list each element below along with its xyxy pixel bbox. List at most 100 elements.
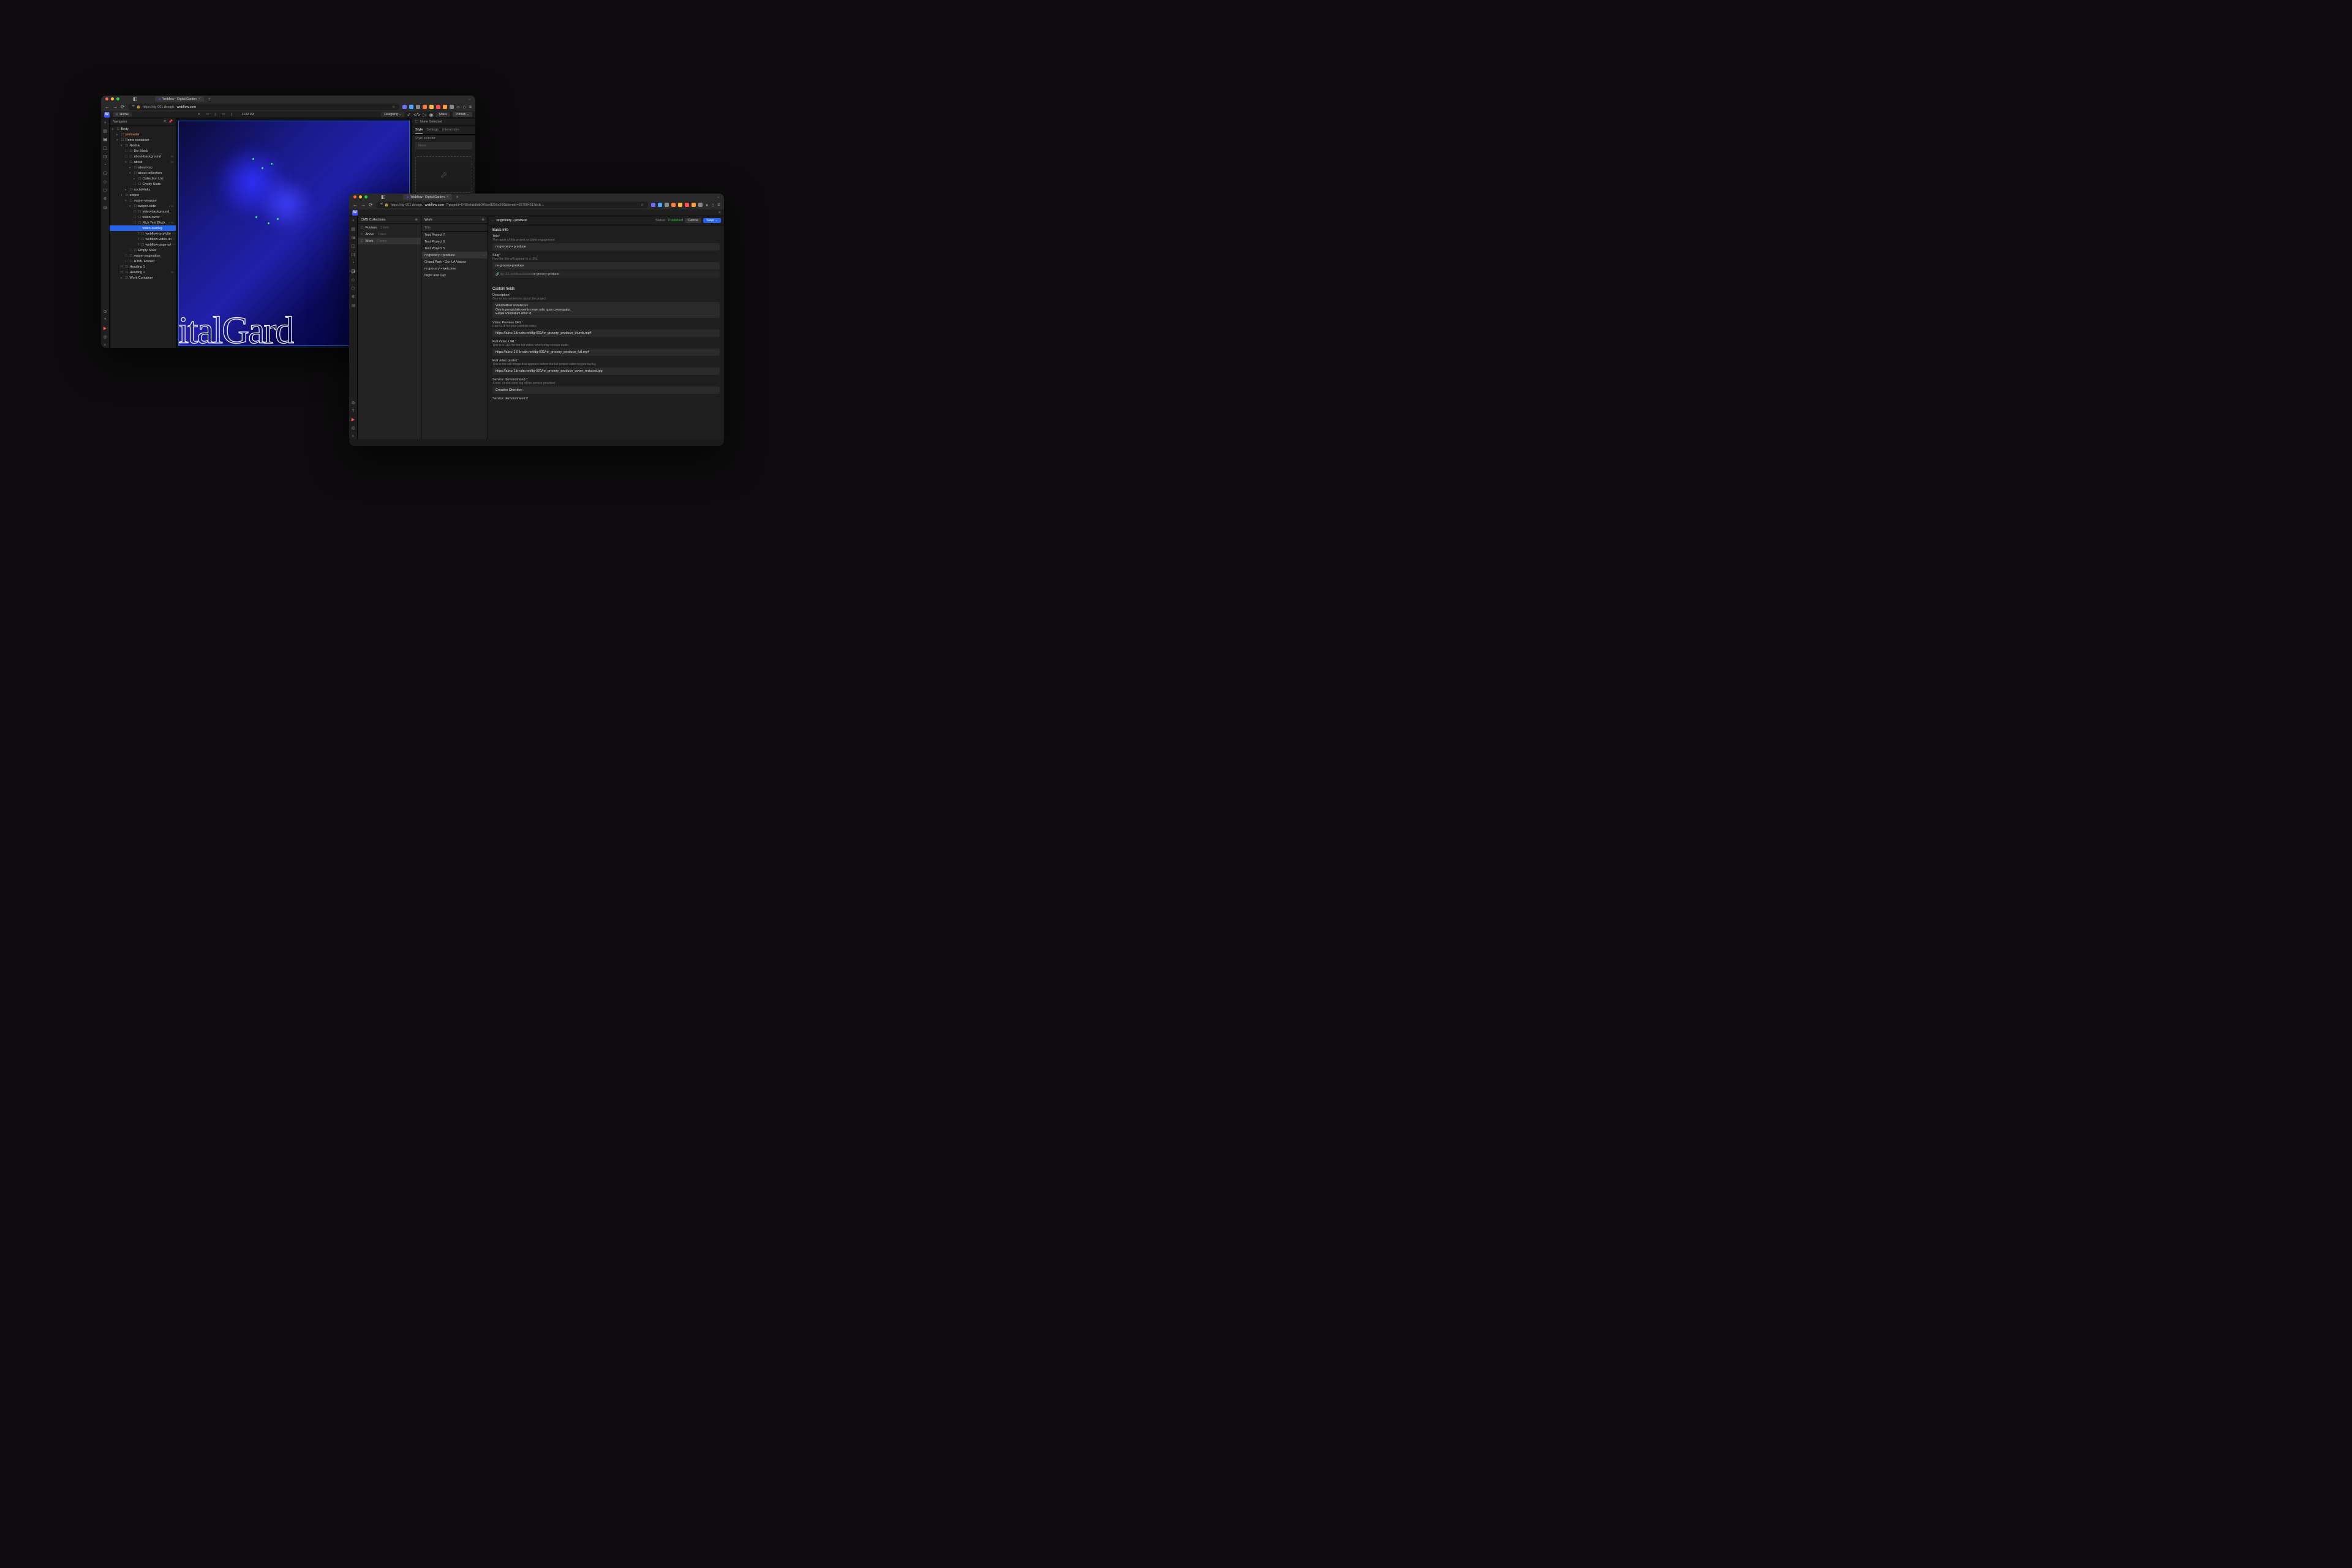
cancel-button[interactable]: Cancel <box>685 218 701 223</box>
search-icon[interactable]: ⌕ <box>352 434 355 439</box>
close-traffic-light[interactable] <box>105 97 108 100</box>
navigator-icon[interactable]: ⊞ <box>104 137 107 142</box>
settings-gear-icon[interactable]: ⚙ <box>351 401 355 405</box>
style-selector-input[interactable]: None <box>415 142 472 149</box>
browser-tab[interactable]: ▰ Webflow - Digital Garden × <box>403 194 453 200</box>
cms-item[interactable]: re:grocery • produce› <box>421 252 488 258</box>
title-input[interactable]: re:grocery • produce <box>492 243 720 251</box>
close-icon[interactable]: × <box>198 97 201 101</box>
navigator-item[interactable]: H☐Heading 1% <box>110 270 176 275</box>
navigator-item[interactable]: ▾☐swiper-slide+ % <box>110 203 176 209</box>
navigator-item[interactable]: ☐☐Empty State <box>110 247 176 253</box>
new-tab-button[interactable]: + <box>208 96 211 102</box>
video-icon[interactable]: ▶ <box>352 417 355 422</box>
cms-item[interactable]: re:grocery • welcome <box>421 265 488 272</box>
maximize-traffic-light[interactable] <box>116 97 119 100</box>
tab-settings[interactable]: Settings <box>426 126 439 134</box>
tab-interactions[interactable]: Interactions <box>442 126 459 134</box>
overflow-icon[interactable]: » <box>457 104 459 110</box>
extension-icon[interactable] <box>423 105 427 109</box>
forward-icon[interactable]: → <box>113 104 118 110</box>
navigator-item[interactable]: ▾☐about-collection <box>110 170 176 176</box>
star-icon[interactable]: ☆ <box>392 105 395 109</box>
extension-icon[interactable] <box>671 203 676 207</box>
minimize-traffic-light[interactable] <box>111 97 114 100</box>
cms-item[interactable]: Test Project 6 <box>421 238 488 245</box>
extension-icon[interactable] <box>678 203 682 207</box>
navigator-item[interactable]: ☐☐Rich Text Block+ % <box>110 220 176 225</box>
extension-icon[interactable] <box>416 105 420 109</box>
ecommerce-icon[interactable]: ⬡ <box>103 188 107 193</box>
home-icon[interactable]: ⌂ <box>462 104 466 110</box>
components-icon[interactable]: ◫ <box>351 244 355 249</box>
minimize-traffic-light[interactable] <box>359 195 362 198</box>
close-icon[interactable]: × <box>447 195 449 199</box>
styles-icon[interactable]: ◔ <box>352 261 354 265</box>
share-button[interactable]: Share <box>436 112 450 117</box>
extension-icon[interactable] <box>651 203 655 207</box>
ecommerce-icon[interactable]: ⬡ <box>351 286 355 291</box>
navigator-item[interactable]: ☐☐HTML Embed <box>110 258 176 264</box>
collection-item[interactable]: ☐About1 item <box>358 231 421 238</box>
extension-icon[interactable] <box>658 203 662 207</box>
add-icon[interactable]: + <box>352 219 354 223</box>
webflow-logo[interactable]: W <box>352 210 358 216</box>
chevron-down-icon[interactable]: ⌄ <box>468 97 471 101</box>
settings-gear-icon[interactable]: ⚙ <box>103 309 107 314</box>
navigator-item[interactable]: ▸☐about-top <box>110 165 176 170</box>
video-icon[interactable]: ▶ <box>104 326 107 331</box>
navigator-item[interactable]: ▾☐video-overlay <box>110 225 176 231</box>
navigator-item[interactable]: T☐webflow-page-url+ % <box>110 242 176 247</box>
navigator-item[interactable]: ▾☐Home container <box>110 137 176 143</box>
cms-icon[interactable]: ⊟ <box>104 171 107 176</box>
pin-icon[interactable]: 📌 <box>168 120 173 124</box>
preview-icon[interactable]: ▷ <box>423 112 427 118</box>
url-field[interactable]: ⛨ 🔒 https://dg-001.design.webflow.com ☆ <box>128 104 399 110</box>
navigator-item[interactable]: ▸☐Work Container <box>110 275 176 281</box>
back-arrow-icon[interactable]: ← <box>491 219 495 222</box>
variables-icon[interactable]: ⊡ <box>104 154 107 159</box>
variables-icon[interactable]: ⊡ <box>352 252 355 257</box>
navigator-item[interactable]: ▾☐Navbar <box>110 143 176 148</box>
styles-icon[interactable]: ◔ <box>104 163 106 167</box>
navigator-item[interactable]: ▸☐Body <box>110 126 176 132</box>
pages-icon[interactable]: ▤ <box>103 129 107 134</box>
navigator-item[interactable]: ☐☐video-background <box>110 209 176 214</box>
chevron-down-icon[interactable]: ⌄ <box>717 195 720 199</box>
bp-mobile-landscape-icon[interactable]: ▭ <box>220 112 227 117</box>
star-icon[interactable]: ☆ <box>641 203 644 207</box>
collapse-icon[interactable]: ⇱ <box>164 120 167 124</box>
navigator-item[interactable]: ☐☐Empty State <box>110 181 176 187</box>
audit-rail-icon[interactable]: ◎ <box>351 426 355 431</box>
extension-icon[interactable] <box>443 105 447 109</box>
search-icon[interactable]: ⌕ <box>104 343 107 348</box>
help-icon[interactable]: ? <box>104 318 107 322</box>
navigator-item[interactable]: ▾☐swiper <box>110 192 176 198</box>
back-icon[interactable]: ← <box>105 104 110 110</box>
logic-icon[interactable]: ⧈ <box>104 197 106 202</box>
extension-icon[interactable] <box>698 203 703 207</box>
reload-icon[interactable]: ⟳ <box>121 104 125 110</box>
cms-item[interactable]: Night and Day <box>421 272 488 279</box>
users-icon[interactable]: ◇ <box>104 179 107 184</box>
sidebar-icon[interactable]: ◧ <box>381 194 386 200</box>
navigator-item[interactable]: T☐webflow-video-url+ % <box>110 236 176 242</box>
navigator-item[interactable]: ☐☐Div Block <box>110 148 176 154</box>
slug-input[interactable]: re-grocery-produce <box>492 262 720 270</box>
extension-icon[interactable] <box>436 105 440 109</box>
cms-item[interactable]: Test Project 7 <box>421 232 488 238</box>
browser-tab[interactable]: ▰ Webflow - Digital Garden × <box>155 96 205 102</box>
extension-icon[interactable] <box>429 105 434 109</box>
cms-icon[interactable]: ⊟ <box>352 269 355 274</box>
extension-icon[interactable] <box>402 105 407 109</box>
extension-icon[interactable] <box>665 203 669 207</box>
checkmark-icon[interactable]: ✓ <box>407 112 411 118</box>
logic-icon[interactable]: ⧈ <box>352 295 354 300</box>
close-panel-icon[interactable]: × <box>718 211 721 215</box>
new-tab-button[interactable]: + <box>456 194 459 200</box>
close-traffic-light[interactable] <box>353 195 356 198</box>
navigator-icon[interactable]: ⊞ <box>352 235 355 240</box>
poster-input[interactable]: https://abru-1.b-cdn.net/dg-001/re_groce… <box>492 368 720 375</box>
webflow-logo[interactable]: W <box>104 112 110 118</box>
components-icon[interactable]: ◫ <box>103 146 107 151</box>
